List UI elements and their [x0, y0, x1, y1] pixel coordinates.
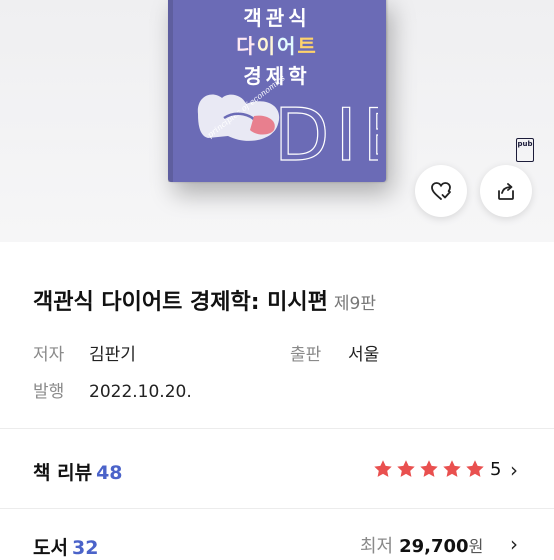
cover-title-line1: 객관식 [243, 6, 311, 30]
lowest-price: 최저 29,700원 [360, 532, 483, 558]
author-label: 저자 [33, 345, 65, 365]
cover-char: 트 [297, 34, 318, 58]
cover-title-line2: 다이어트 [168, 30, 386, 59]
book-title: 객관식 다이어트 경제학: 미시편 [33, 290, 328, 315]
book-cover: 객관식 다이어트 경제학 principles of economics DIE… [168, 0, 534, 182]
publisher-label: 출판 [290, 345, 322, 365]
date-value: 2022.10.20. [89, 382, 192, 402]
book-title-row: 객관식 다이어트 경제학: 미시편 제9판 [33, 284, 533, 316]
author-value: 김판기 [89, 345, 136, 365]
star-icon [420, 460, 438, 477]
star-icon [374, 460, 392, 477]
listings-count: 32 [71, 537, 99, 559]
date-row: 발행 2022.10.20. [33, 377, 192, 402]
divider [0, 428, 554, 429]
share-icon [498, 183, 514, 200]
book-edition: 제9판 [333, 294, 377, 314]
listings-label: 도서 [33, 537, 68, 559]
publisher-row: 출판 서울 [290, 340, 379, 365]
book-cover-area: 객관식 다이어트 경제학 principles of economics DIE… [0, 0, 554, 242]
star-icon [466, 460, 484, 477]
heart-check-icon [431, 182, 451, 200]
date-label: 발행 [33, 382, 65, 402]
share-button[interactable] [480, 165, 532, 217]
publisher-logo: pub [516, 138, 534, 162]
rating-value: 5 [490, 459, 502, 480]
author-row: 저자 김판기 [33, 340, 136, 365]
chevron-right-icon[interactable]: › [510, 532, 518, 556]
publisher-value: 서울 [348, 345, 380, 365]
cover-char: 어 [277, 34, 298, 58]
rating-stars [372, 458, 486, 480]
divider [0, 508, 554, 509]
reviews-label: 책 리뷰 [33, 462, 93, 484]
reviews-count: 48 [96, 462, 123, 484]
star-icon [397, 460, 415, 477]
like-button[interactable] [415, 165, 467, 217]
star-icon [443, 460, 461, 477]
price-unit: 원 [468, 537, 484, 556]
cover-char: 이 [256, 34, 277, 58]
chevron-right-icon[interactable]: › [510, 458, 518, 482]
cover-char: 다 [236, 34, 257, 58]
flexing-arm-illustration: principles of economics DIET [197, 74, 378, 174]
cover-big-text: DIET [274, 93, 378, 174]
